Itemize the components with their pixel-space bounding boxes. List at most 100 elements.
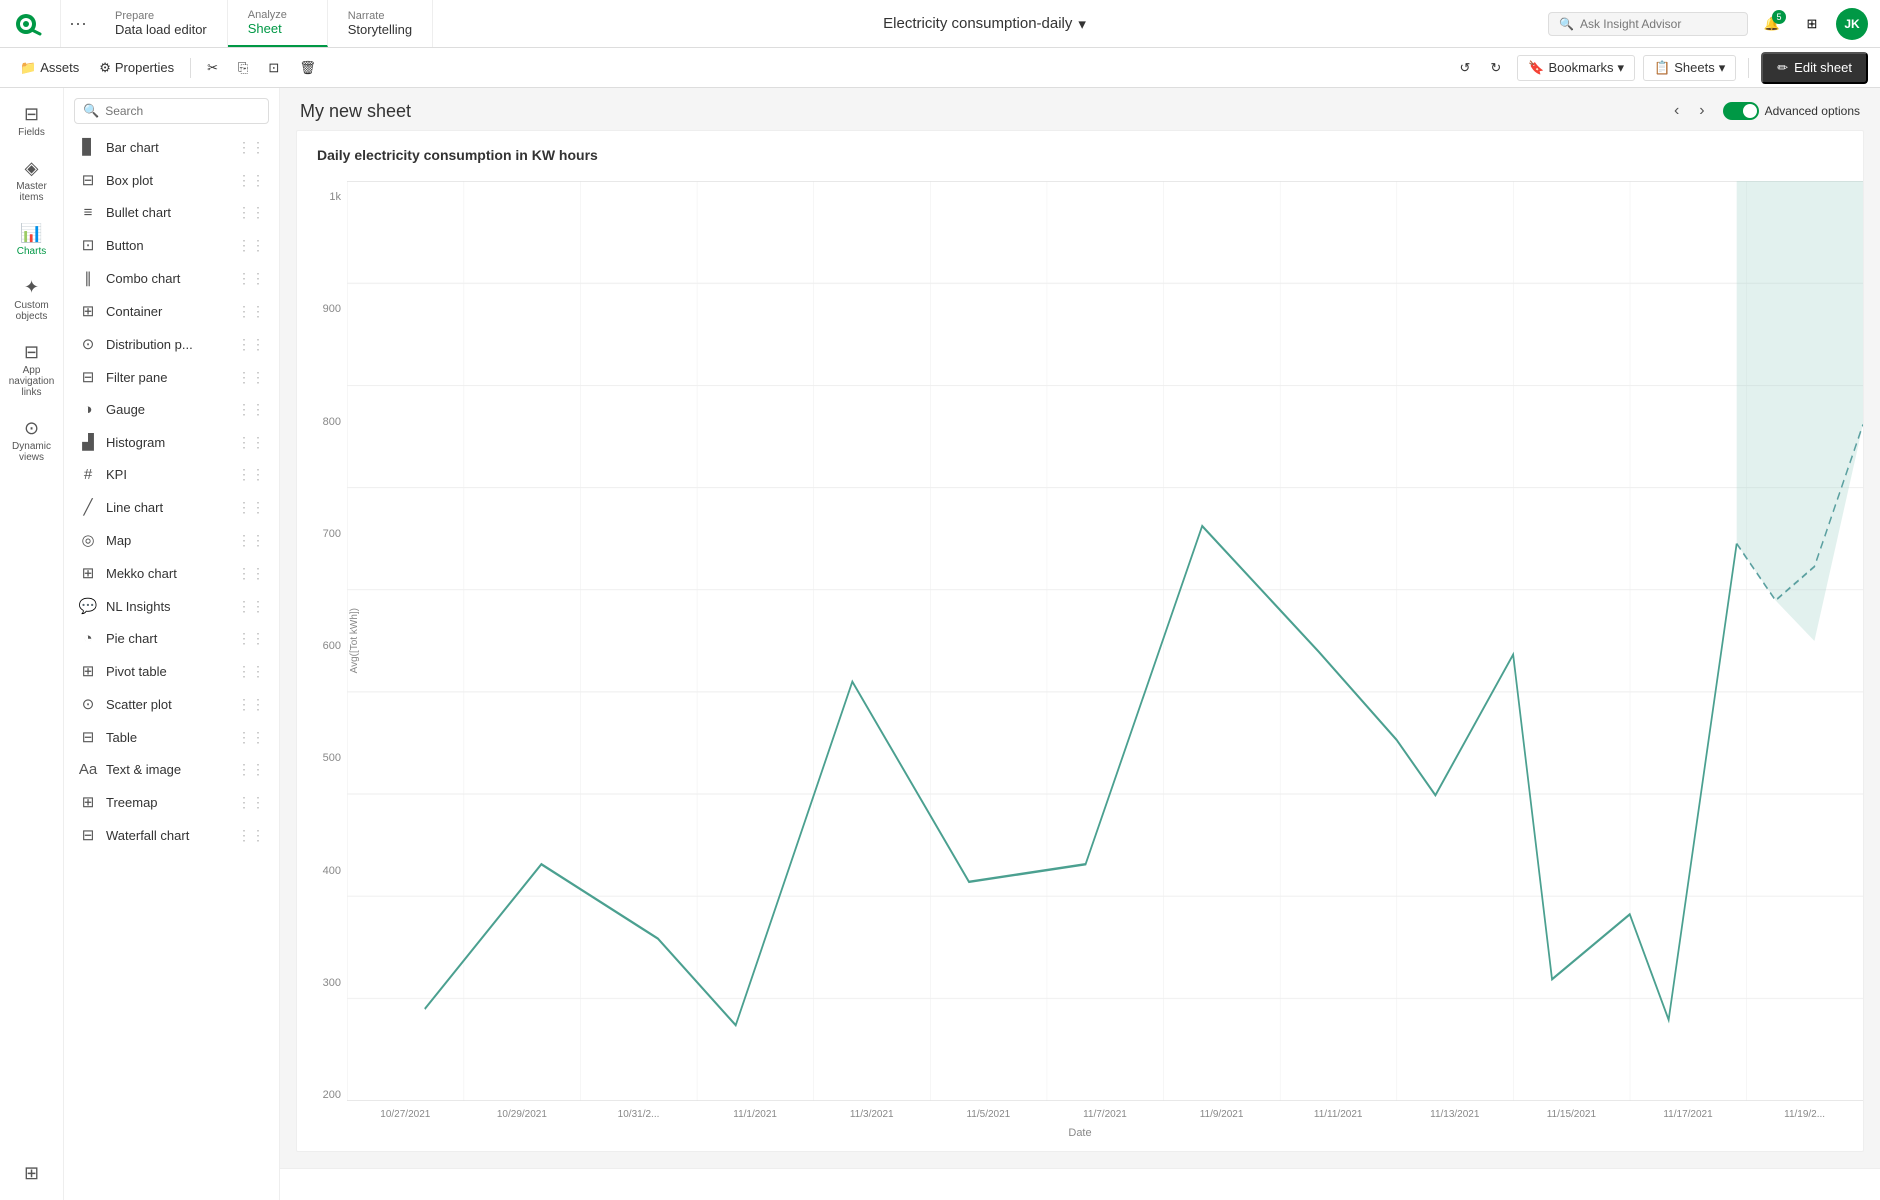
chart-item-scatter-plot[interactable]: ⊙ Scatter plot ⋮⋮ <box>68 688 275 720</box>
drag-handle-scatter-plot[interactable]: ⋮⋮ <box>237 696 265 713</box>
chart-icon-map: ◎ <box>78 531 98 549</box>
qlik-logo[interactable] <box>0 0 61 47</box>
chart-item-distribution-plot[interactable]: ⊙ Distribution p... ⋮⋮ <box>68 328 275 360</box>
chart-icon-combo-chart: ∥ <box>78 269 98 287</box>
copy-button[interactable]: ⎘ <box>230 56 256 80</box>
chart-item-container[interactable]: ⊞ Container ⋮⋮ <box>68 295 275 327</box>
insight-advisor-search[interactable]: 🔍 Ask Insight Advisor <box>1548 12 1748 36</box>
drag-handle-text-image[interactable]: ⋮⋮ <box>237 761 265 778</box>
chart-item-text-image[interactable]: Aa Text & image ⋮⋮ <box>68 754 275 785</box>
sidebar-item-fields[interactable]: ⊟ Fields <box>4 96 60 146</box>
chart-item-filter-pane[interactable]: ⊟ Filter pane ⋮⋮ <box>68 361 275 393</box>
toolbar-divider-1 <box>190 58 191 78</box>
drag-handle-nl-insights[interactable]: ⋮⋮ <box>237 598 265 615</box>
chart-icon-filter-pane: ⊟ <box>78 368 98 386</box>
chart-item-combo-chart[interactable]: ∥ Combo chart ⋮⋮ <box>68 262 275 294</box>
chart-name-pivot-table: Pivot table <box>106 664 167 679</box>
drag-handle-map[interactable]: ⋮⋮ <box>237 532 265 549</box>
sidebar-item-custom-objects[interactable]: ✦ Custom objects <box>4 269 60 330</box>
chart-name-line-chart: Line chart <box>106 500 163 515</box>
sidebar-item-app-navigation[interactable]: ⊟ App navigation links <box>4 334 60 406</box>
drag-handle-waterfall-chart[interactable]: ⋮⋮ <box>237 827 265 844</box>
chart-item-table[interactable]: ⊟ Table ⋮⋮ <box>68 721 275 753</box>
chart-item-histogram[interactable]: ▟ Histogram ⋮⋮ <box>68 426 275 458</box>
redo-button[interactable]: ↻ <box>1482 56 1509 80</box>
drag-handle-line-chart[interactable]: ⋮⋮ <box>237 499 265 516</box>
chart-item-nl-insights[interactable]: 💬 NL Insights ⋮⋮ <box>68 590 275 622</box>
chart-item-line-chart[interactable]: ╱ Line chart ⋮⋮ <box>68 491 275 523</box>
narrate-tab[interactable]: Narrate Storytelling <box>328 0 433 47</box>
drag-handle-bar-chart[interactable]: ⋮⋮ <box>237 139 265 156</box>
app-navigation-icon: ⊟ <box>24 342 39 363</box>
sidebar-item-bottom[interactable]: ⊞ <box>4 1155 60 1192</box>
chart-icon-waterfall-chart: ⊟ <box>78 826 98 844</box>
drag-handle-histogram[interactable]: ⋮⋮ <box>237 434 265 451</box>
chart-item-treemap[interactable]: ⊞ Treemap ⋮⋮ <box>68 786 275 818</box>
chart-item-gauge[interactable]: ◑ Gauge ⋮⋮ <box>68 394 275 425</box>
chart-item-box-plot[interactable]: ⊟ Box plot ⋮⋮ <box>68 164 275 196</box>
search-input[interactable] <box>105 104 260 118</box>
cut-button[interactable]: ✂ <box>199 56 226 80</box>
assets-button[interactable]: 📁 Assets <box>12 56 87 80</box>
apps-grid-button[interactable]: ⊞ <box>1796 8 1828 40</box>
notifications-button[interactable]: 🔔 5 <box>1756 8 1788 40</box>
chart-name-table: Table <box>106 730 137 745</box>
chart-icon-table: ⊟ <box>78 728 98 746</box>
chart-item-map[interactable]: ◎ Map ⋮⋮ <box>68 524 275 556</box>
chart-item-bullet-chart[interactable]: ≡ Bullet chart ⋮⋮ <box>68 197 275 228</box>
paste-button[interactable]: ⊡ <box>260 56 287 80</box>
sidebar-item-dynamic-views[interactable]: ⊙ Dynamic views <box>4 410 60 471</box>
chart-item-button[interactable]: ⊡ Button ⋮⋮ <box>68 229 275 261</box>
advanced-options-toggle[interactable] <box>1723 102 1759 120</box>
chart-item-bar-chart[interactable]: ▊ Bar chart ⋮⋮ <box>68 131 275 163</box>
charts-search-box[interactable]: 🔍 <box>74 98 269 124</box>
chart-item-pie-chart[interactable]: ◔ Pie chart ⋮⋮ <box>68 623 275 654</box>
chart-icon-bullet-chart: ≡ <box>78 204 98 221</box>
prepare-tab-subtitle: Data load editor <box>115 22 207 37</box>
chart-item-waterfall-chart[interactable]: ⊟ Waterfall chart ⋮⋮ <box>68 819 275 851</box>
notification-badge: 5 <box>1772 10 1786 24</box>
drag-handle-box-plot[interactable]: ⋮⋮ <box>237 172 265 189</box>
dynamic-views-icon: ⊙ <box>24 418 39 439</box>
delete-button[interactable]: 🗑 <box>291 56 324 80</box>
drag-handle-filter-pane[interactable]: ⋮⋮ <box>237 369 265 386</box>
chart-item-mekko-chart[interactable]: ⊞ Mekko chart ⋮⋮ <box>68 557 275 589</box>
insight-advisor-label: Ask Insight Advisor <box>1580 17 1681 31</box>
chart-icon-mekko-chart: ⊞ <box>78 564 98 582</box>
drag-handle-treemap[interactable]: ⋮⋮ <box>237 794 265 811</box>
chart-name-bar-chart: Bar chart <box>106 140 159 155</box>
analyze-tab[interactable]: Analyze Sheet <box>228 0 328 47</box>
drag-handle-mekko-chart[interactable]: ⋮⋮ <box>237 565 265 582</box>
user-avatar[interactable]: JK <box>1836 8 1868 40</box>
drag-handle-distribution-plot[interactable]: ⋮⋮ <box>237 336 265 353</box>
main-layout: ⊟ Fields ◈ Master items 📊 Charts ✦ Custo… <box>0 88 1880 1200</box>
chart-item-kpi[interactable]: # KPI ⋮⋮ <box>68 459 275 490</box>
drag-handle-pivot-table[interactable]: ⋮⋮ <box>237 663 265 680</box>
app-title[interactable]: Electricity consumption-daily ▾ <box>883 15 1086 33</box>
sheets-button[interactable]: 📋 Sheets ▾ <box>1643 55 1736 81</box>
chart-area: Daily electricity consumption in KW hour… <box>296 130 1864 1152</box>
fields-icon: ⊟ <box>24 104 39 125</box>
chart-name-histogram: Histogram <box>106 435 165 450</box>
prepare-tab[interactable]: Prepare Data load editor <box>95 0 228 47</box>
drag-handle-container[interactable]: ⋮⋮ <box>237 303 265 320</box>
drag-handle-pie-chart[interactable]: ⋮⋮ <box>237 630 265 647</box>
sidebar-item-master-items[interactable]: ◈ Master items <box>4 150 60 211</box>
undo-button[interactable]: ↺ <box>1452 56 1479 80</box>
drag-handle-gauge[interactable]: ⋮⋮ <box>237 401 265 418</box>
chart-name-waterfall-chart: Waterfall chart <box>106 828 189 843</box>
drag-handle-kpi[interactable]: ⋮⋮ <box>237 466 265 483</box>
chart-name-gauge: Gauge <box>106 402 145 417</box>
sidebar-item-charts[interactable]: 📊 Charts <box>4 215 60 265</box>
chart-item-pivot-table[interactable]: ⊞ Pivot table ⋮⋮ <box>68 655 275 687</box>
prev-sheet-button[interactable]: ‹ <box>1668 100 1685 122</box>
drag-handle-combo-chart[interactable]: ⋮⋮ <box>237 270 265 287</box>
edit-sheet-button[interactable]: ✏ Edit sheet <box>1761 52 1868 84</box>
more-options-icon[interactable]: ··· <box>61 0 95 47</box>
bookmarks-button[interactable]: 🔖 Bookmarks ▾ <box>1517 55 1635 81</box>
drag-handle-bullet-chart[interactable]: ⋮⋮ <box>237 204 265 221</box>
drag-handle-table[interactable]: ⋮⋮ <box>237 729 265 746</box>
next-sheet-button[interactable]: › <box>1693 100 1710 122</box>
drag-handle-button[interactable]: ⋮⋮ <box>237 237 265 254</box>
properties-button[interactable]: ⚙ Properties <box>91 56 182 80</box>
